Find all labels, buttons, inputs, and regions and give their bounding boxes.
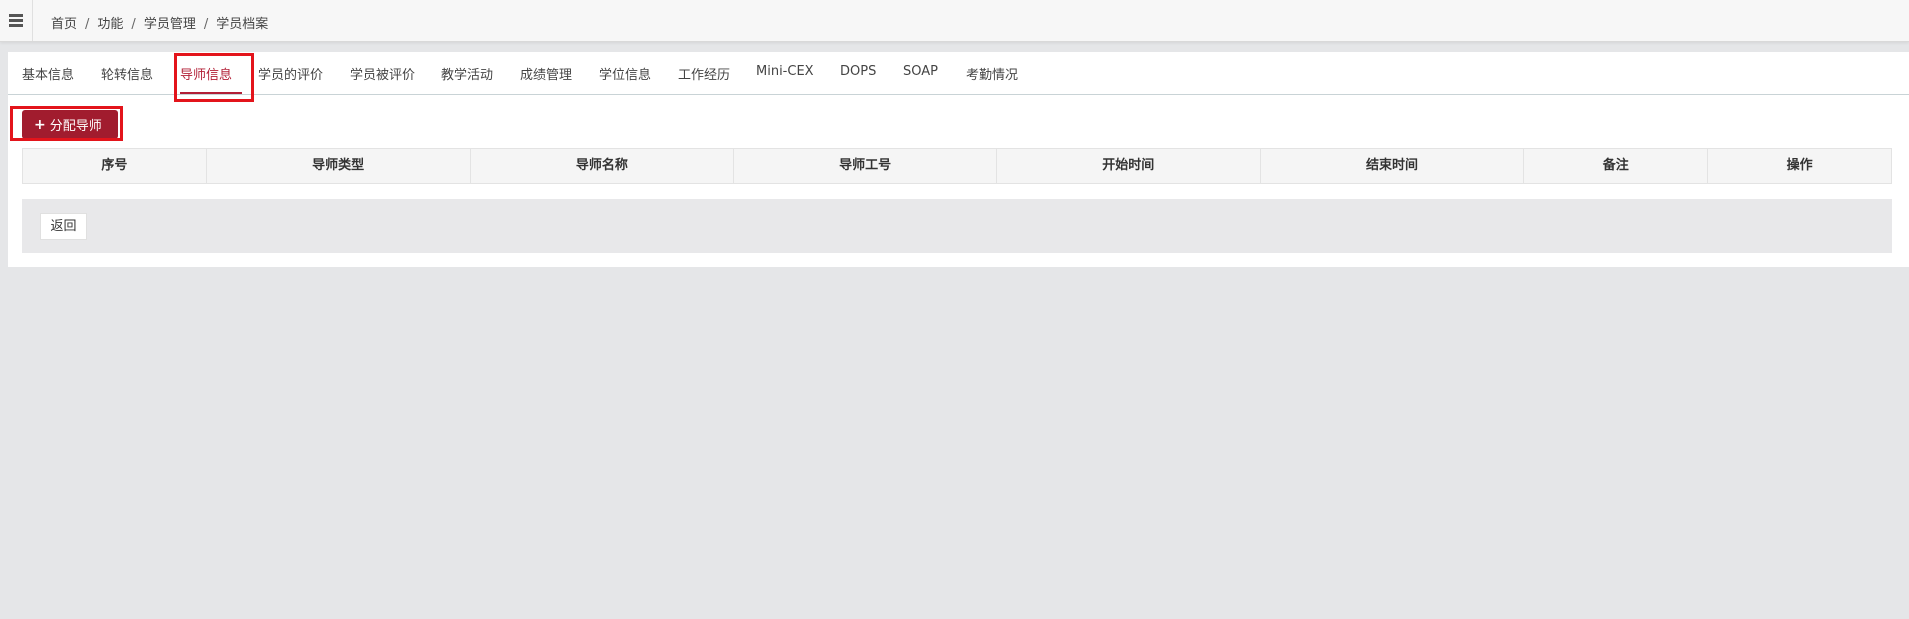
form-footer: 返回 bbox=[22, 199, 1892, 253]
tab-dops[interactable]: DOPS bbox=[840, 64, 876, 79]
column-header-end-time[interactable]: 结束时间 bbox=[1261, 149, 1525, 183]
tab-soap[interactable]: SOAP bbox=[903, 64, 938, 79]
tab-rotation-info[interactable]: 轮转信息 bbox=[101, 64, 153, 83]
assign-mentor-button[interactable]: + 分配导师 bbox=[22, 110, 118, 139]
breadcrumb-separator: / bbox=[131, 17, 136, 32]
tab-basic-info[interactable]: 基本信息 bbox=[22, 64, 74, 83]
column-header-remarks[interactable]: 备注 bbox=[1524, 149, 1709, 183]
column-header-index[interactable]: 序号 bbox=[23, 149, 207, 183]
breadcrumb-separator: / bbox=[203, 17, 209, 32]
assign-mentor-label: 分配导师 bbox=[49, 119, 102, 134]
breadcrumb-function[interactable]: 功能 bbox=[97, 17, 123, 32]
breadcrumb: 首页 / 功能 / 学员管理 / 学员档案 bbox=[51, 13, 268, 32]
tab-student-evaluations[interactable]: 学员的评价 bbox=[258, 64, 323, 83]
tab-mini-cex[interactable]: Mini-CEX bbox=[756, 64, 814, 79]
content-card: 基本信息 轮转信息 导师信息 学员的评价 学员被评价 教学活动 成绩管理 学位信… bbox=[8, 52, 1909, 267]
breadcrumb-student-archive: 学员档案 bbox=[216, 17, 269, 32]
plus-icon: + bbox=[34, 116, 46, 133]
breadcrumb-student-management[interactable]: 学员管理 bbox=[144, 17, 196, 32]
menu-toggle-icon[interactable] bbox=[0, 0, 33, 41]
tab-work-experience[interactable]: 工作经历 bbox=[678, 64, 730, 83]
menu-bar bbox=[9, 19, 23, 22]
column-header-mentor-type[interactable]: 导师类型 bbox=[207, 149, 471, 183]
menu-bar bbox=[9, 14, 23, 17]
breadcrumb-separator: / bbox=[85, 17, 90, 32]
mentor-table-header: 序号 导师类型 导师名称 导师工号 开始时间 结束时间 备注 操作 bbox=[22, 148, 1892, 184]
tab-student-evaluated[interactable]: 学员被评价 bbox=[350, 64, 415, 83]
column-header-mentor-id[interactable]: 导师工号 bbox=[734, 149, 997, 183]
tab-grade-management[interactable]: 成绩管理 bbox=[520, 64, 572, 83]
tab-bar: 基本信息 轮转信息 导师信息 学员的评价 学员被评价 教学活动 成绩管理 学位信… bbox=[8, 52, 1909, 95]
tab-mentor-info[interactable]: 导师信息 bbox=[180, 64, 232, 83]
active-tab-indicator bbox=[180, 92, 242, 94]
top-navbar: 首页 / 功能 / 学员管理 / 学员档案 bbox=[0, 0, 1909, 42]
tab-degree-info[interactable]: 学位信息 bbox=[599, 64, 651, 83]
tab-attendance[interactable]: 考勤情况 bbox=[966, 64, 1018, 83]
column-header-start-time[interactable]: 开始时间 bbox=[997, 149, 1261, 183]
back-button[interactable]: 返回 bbox=[40, 213, 87, 240]
column-header-actions[interactable]: 操作 bbox=[1708, 149, 1891, 183]
menu-bar bbox=[9, 24, 23, 27]
tab-teaching-activities[interactable]: 教学活动 bbox=[441, 64, 493, 83]
column-header-mentor-name[interactable]: 导师名称 bbox=[471, 149, 735, 183]
breadcrumb-home[interactable]: 首页 bbox=[51, 17, 77, 32]
